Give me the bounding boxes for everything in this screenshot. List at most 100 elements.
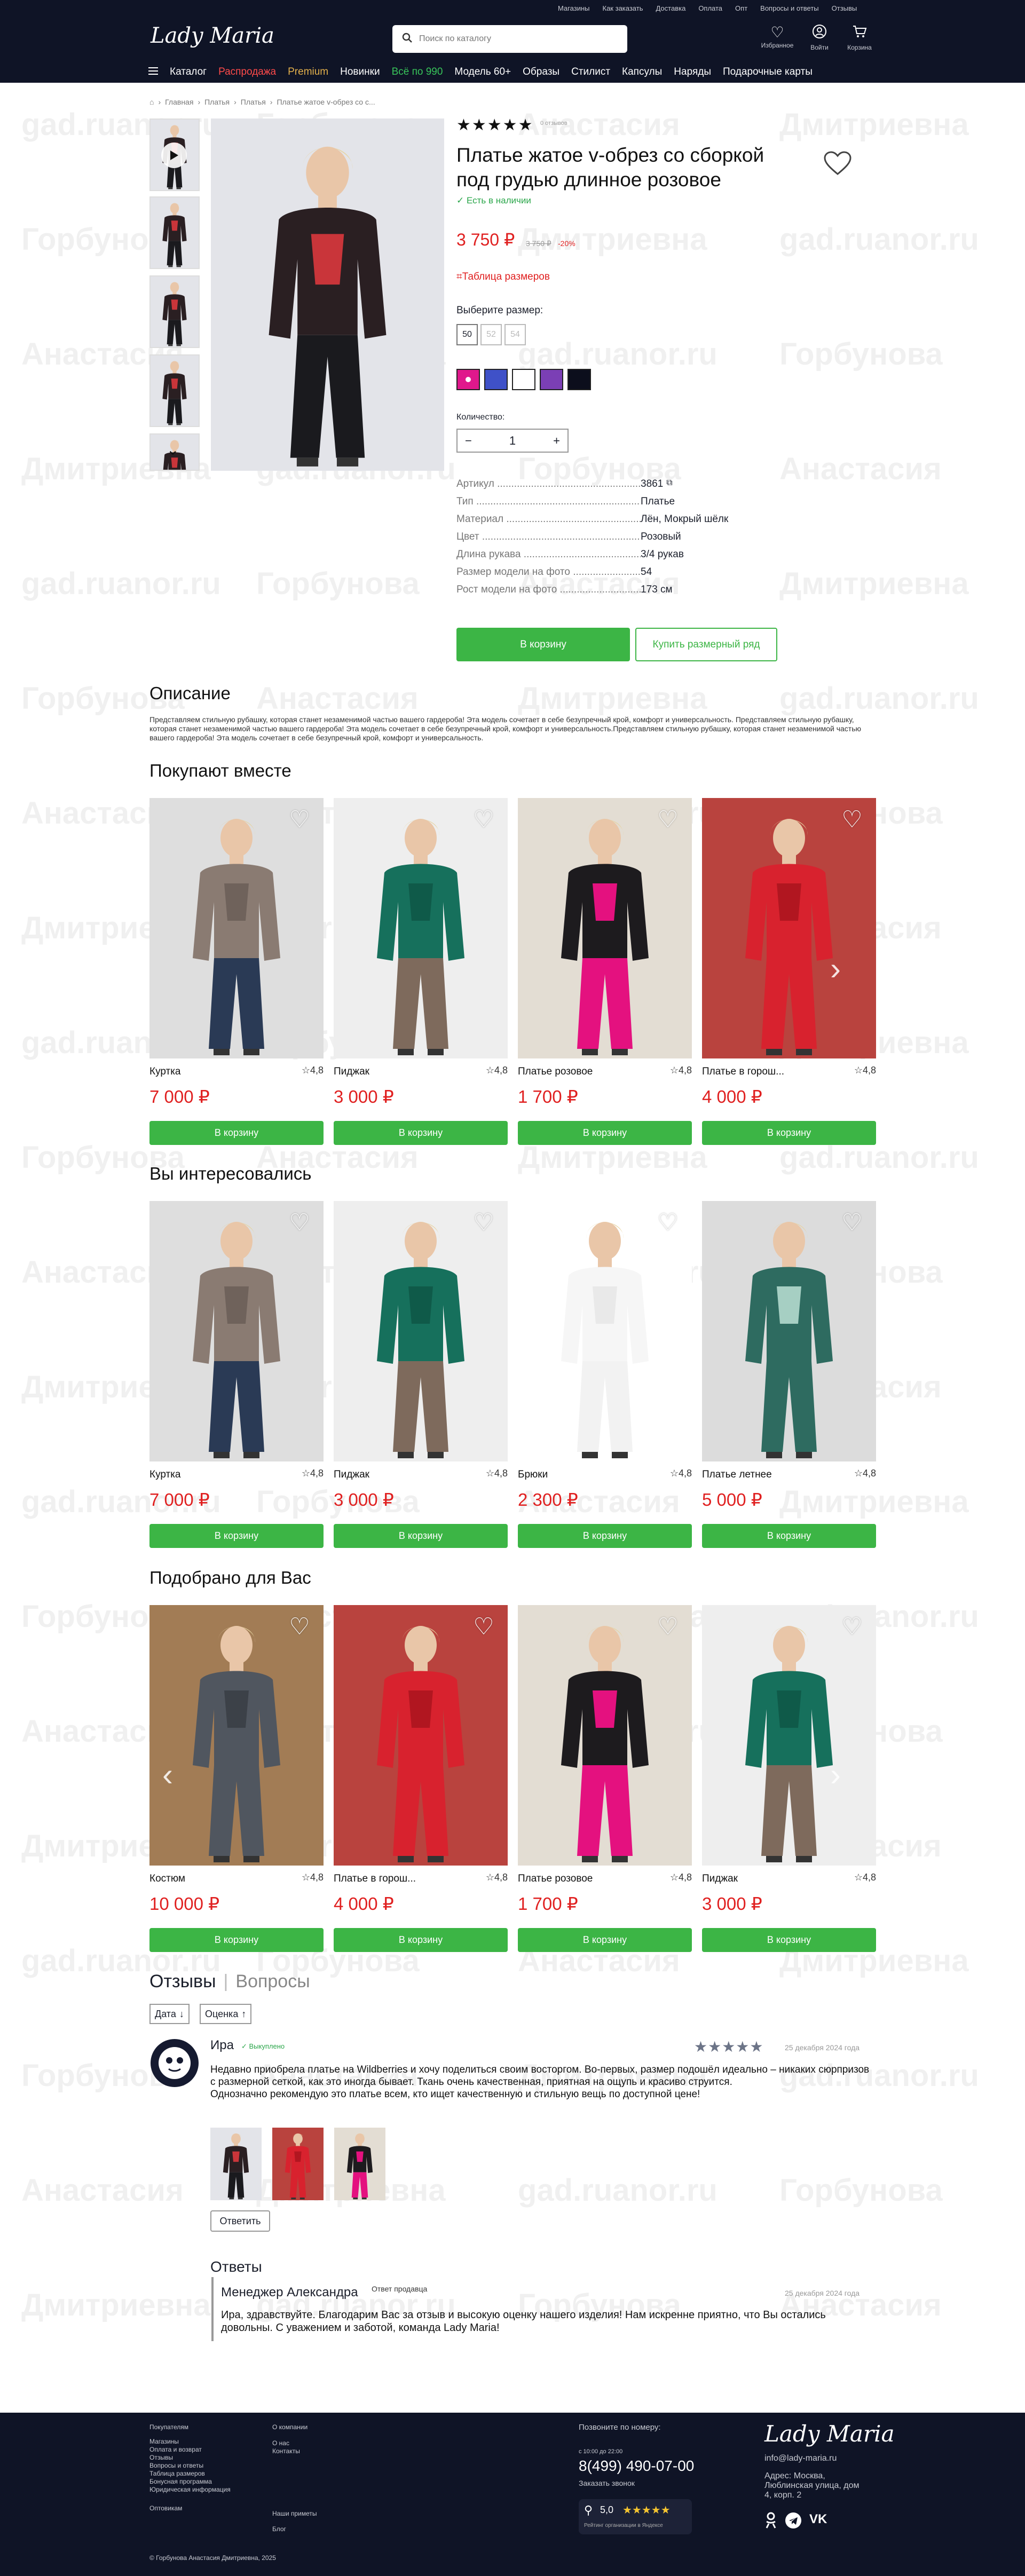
heart-icon[interactable]: ♡ xyxy=(653,805,682,834)
product-image[interactable]: ♡ xyxy=(334,1605,508,1866)
product-card[interactable]: ♡ Костюм ☆4,8 10 000 ₽ В корзину xyxy=(149,1605,324,1952)
product-name[interactable]: Платье в горош... xyxy=(334,1873,416,1885)
thumbnail[interactable] xyxy=(149,354,200,427)
breadcrumb-item[interactable]: Платья xyxy=(204,98,230,106)
add-to-cart-button[interactable]: В корзину xyxy=(518,1928,692,1952)
product-name[interactable]: Платье розовое xyxy=(518,1873,593,1885)
sort-by-rating[interactable]: Оценка ↑ xyxy=(200,2004,252,2024)
nav-item[interactable]: Каталог xyxy=(170,66,207,78)
product-card[interactable]: ♡ Платье летнее ☆4,8 5 000 ₽ В корзину xyxy=(702,1201,876,1548)
review-photo[interactable] xyxy=(334,2128,385,2200)
product-image[interactable]: ♡ xyxy=(334,1201,508,1461)
heart-icon[interactable]: ♡ xyxy=(469,805,498,834)
favorites-button[interactable]: ♡ Избранное xyxy=(759,23,796,49)
review-photo[interactable] xyxy=(272,2128,324,2200)
add-to-cart-button[interactable]: В корзину xyxy=(149,1121,324,1145)
footer-link[interactable]: Наши приметы xyxy=(272,2510,317,2518)
footer-link[interactable]: Контакты xyxy=(272,2447,317,2455)
top-link[interactable]: Опт xyxy=(735,4,747,12)
main-product-photo[interactable] xyxy=(211,118,444,471)
heart-icon[interactable]: ♡ xyxy=(653,1613,682,1641)
size-option[interactable]: 54 xyxy=(504,324,526,345)
product-image[interactable]: ♡ xyxy=(334,798,508,1058)
nav-item[interactable]: Наряды xyxy=(674,66,711,78)
product-image[interactable]: ♡ xyxy=(149,1605,324,1866)
add-to-cart-button[interactable]: В корзину xyxy=(702,1928,876,1952)
search-input[interactable]: Поиск по каталогу xyxy=(392,25,627,53)
add-to-cart-button[interactable]: В корзину xyxy=(149,1524,324,1548)
product-name[interactable]: Брюки xyxy=(518,1469,548,1481)
sort-by-date[interactable]: Дата ↓ xyxy=(149,2004,190,2024)
product-image[interactable]: ♡ xyxy=(702,1201,876,1461)
footer-link[interactable]: Магазины xyxy=(149,2438,231,2446)
heart-icon[interactable]: ♡ xyxy=(838,805,866,834)
product-image[interactable]: ♡ xyxy=(149,798,324,1058)
footer-link[interactable]: Оплата и возврат xyxy=(149,2446,231,2454)
add-to-cart-button[interactable]: В корзину xyxy=(456,628,630,661)
color-swatch[interactable] xyxy=(484,369,508,390)
product-image[interactable]: ♡ xyxy=(518,798,692,1058)
footer-link[interactable]: Таблица размеров xyxy=(149,2470,231,2478)
reply-button[interactable]: Ответить xyxy=(210,2210,270,2232)
add-to-cart-button[interactable]: В корзину xyxy=(518,1121,692,1145)
top-link[interactable]: Вопросы и ответы xyxy=(760,4,818,12)
buy-size-row-button[interactable]: Купить размерный ряд xyxy=(635,628,777,661)
color-swatch[interactable] xyxy=(567,369,591,390)
product-image[interactable]: ♡ xyxy=(518,1201,692,1461)
cart-button[interactable]: Корзина xyxy=(841,23,878,51)
footer-link[interactable]: О компании xyxy=(272,2423,317,2431)
size-option[interactable]: 52 xyxy=(480,324,502,345)
footer-link[interactable]: Блог xyxy=(272,2525,317,2533)
footer-link[interactable] xyxy=(272,2431,317,2439)
add-to-cart-button[interactable]: В корзину xyxy=(334,1928,508,1952)
menu-icon[interactable] xyxy=(148,66,158,78)
product-name[interactable]: Платье в горош... xyxy=(702,1066,784,1078)
play-icon[interactable] xyxy=(161,143,187,168)
add-to-cart-button[interactable]: В корзину xyxy=(149,1928,324,1952)
nav-item[interactable]: Подарочные карты xyxy=(723,66,813,78)
tab-questions[interactable]: Вопросы xyxy=(235,1971,310,1992)
login-button[interactable]: Войти xyxy=(801,23,838,51)
breadcrumb-item[interactable]: Платья xyxy=(241,98,266,106)
top-link[interactable]: Доставка xyxy=(656,4,685,12)
product-name[interactable]: Костюм xyxy=(149,1873,185,1885)
chevron-left-icon[interactable]: ‹ xyxy=(162,1756,173,1793)
size-table-link[interactable]: ⌗Таблица размеров xyxy=(456,271,550,283)
product-name[interactable]: Пиджак xyxy=(334,1469,369,1481)
footer-link[interactable]: Отзывы xyxy=(149,2454,231,2462)
thumbnail[interactable] xyxy=(149,275,200,348)
footer-link[interactable]: Бонусная программа xyxy=(149,2478,231,2486)
footer-link-wholesale[interactable]: Оптовикам xyxy=(149,2504,231,2512)
ok-icon[interactable] xyxy=(764,2512,777,2532)
review-photo[interactable] xyxy=(210,2128,262,2200)
nav-item[interactable]: Модель 60+ xyxy=(454,66,511,78)
product-card[interactable]: ♡ Пиджак ☆4,8 3 000 ₽ В корзину xyxy=(334,798,508,1145)
add-to-cart-button[interactable]: В корзину xyxy=(518,1524,692,1548)
telegram-icon[interactable] xyxy=(785,2512,802,2532)
thumbnail[interactable] xyxy=(149,196,200,269)
product-card[interactable]: ♡ Платье в горош... ☆4,8 4 000 ₽ В корзину xyxy=(334,1605,508,1952)
heart-icon[interactable]: ♡ xyxy=(285,1613,314,1641)
product-card[interactable]: ♡ Пиджак ☆4,8 3 000 ₽ В корзину xyxy=(702,1605,876,1952)
product-image[interactable]: ♡ xyxy=(149,1201,324,1461)
breadcrumb-item[interactable]: Главная xyxy=(165,98,193,106)
chevron-down-icon[interactable]: ⌄ xyxy=(167,441,179,459)
product-card[interactable]: ♡ Куртка ☆4,8 7 000 ₽ В корзину xyxy=(149,798,324,1145)
product-card[interactable]: ♡ Куртка ☆4,8 7 000 ₽ В корзину xyxy=(149,1201,324,1548)
vk-icon[interactable]: VK xyxy=(809,2512,827,2532)
nav-item[interactable]: Капсулы xyxy=(622,66,662,78)
tab-reviews[interactable]: Отзывы xyxy=(149,1971,216,1992)
footer-phone[interactable]: 8(499) 490-07-00 xyxy=(579,2458,694,2475)
product-card[interactable]: ♡ Платье розовое ☆4,8 1 700 ₽ В корзину xyxy=(518,798,692,1145)
product-name[interactable]: Куртка xyxy=(149,1469,181,1481)
product-card[interactable]: ♡ Платье в горош... ☆4,8 4 000 ₽ В корзину xyxy=(702,798,876,1145)
chevron-right-icon[interactable]: › xyxy=(830,1756,841,1793)
heart-icon[interactable]: ♡ xyxy=(469,1613,498,1641)
size-option[interactable]: 50 xyxy=(456,324,478,345)
nav-item[interactable]: Всё по 990 xyxy=(392,66,443,78)
nav-item[interactable]: Premium xyxy=(288,66,328,78)
add-to-cart-button[interactable]: В корзину xyxy=(334,1121,508,1145)
product-image[interactable]: ♡ xyxy=(702,1605,876,1866)
nav-item[interactable]: Стилист xyxy=(571,66,610,78)
heart-icon[interactable]: ♡ xyxy=(285,805,314,834)
